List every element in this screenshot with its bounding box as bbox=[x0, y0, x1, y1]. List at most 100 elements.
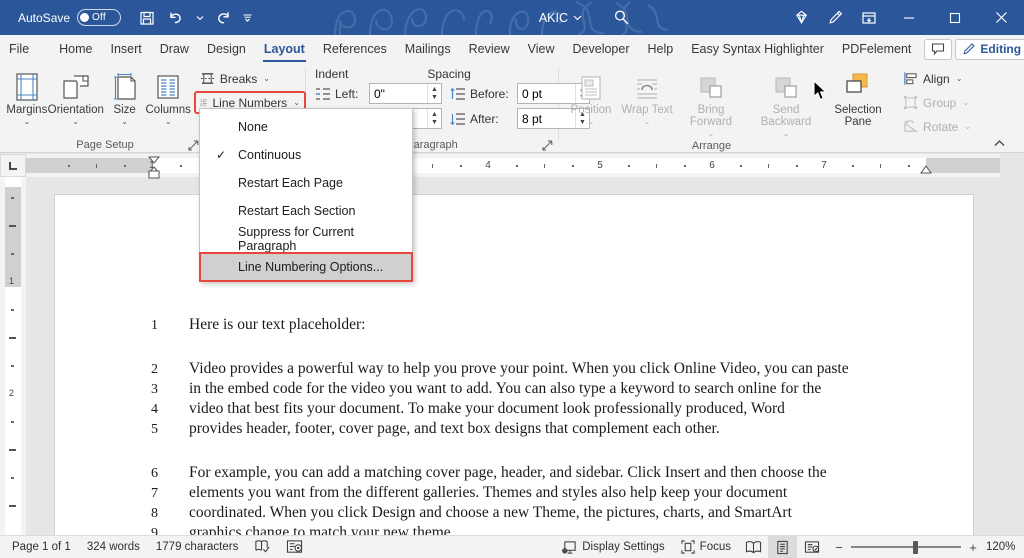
chevron-down-icon[interactable]: ⌄ bbox=[708, 130, 715, 138]
orientation-button[interactable]: Orientation ⌄ bbox=[48, 66, 104, 126]
tab-selector-button[interactable] bbox=[0, 154, 26, 177]
indent-left-stepper[interactable]: ▲▼ bbox=[427, 84, 441, 103]
display-settings-button[interactable]: Display Settings bbox=[554, 536, 672, 558]
chevron-down-icon[interactable]: ⌄ bbox=[962, 98, 969, 107]
chevron-down-icon[interactable]: ⌄ bbox=[121, 118, 128, 126]
chevron-down-icon[interactable]: ⌄ bbox=[72, 118, 79, 126]
tab-layout[interactable]: Layout bbox=[255, 35, 314, 63]
chevron-down-icon[interactable]: ⌄ bbox=[293, 98, 300, 107]
zoom-level-button[interactable]: 120% bbox=[986, 541, 1024, 553]
tab-references[interactable]: References bbox=[314, 35, 396, 63]
editing-mode-button[interactable]: Editing bbox=[955, 39, 1024, 60]
chevron-down-icon[interactable]: ⌄ bbox=[964, 122, 971, 131]
document-page[interactable]: 1Here is our text placeholder:2Video pro… bbox=[54, 194, 974, 535]
menu-item-none[interactable]: None bbox=[200, 113, 412, 141]
paragraph-dialog-launcher[interactable] bbox=[541, 139, 554, 152]
document-text-line[interactable]: elements you want from the different gal… bbox=[189, 484, 787, 502]
document-text-line[interactable]: Here is our text placeholder: bbox=[189, 316, 365, 334]
undo-icon[interactable] bbox=[162, 5, 189, 31]
menu-item-restart-each-page[interactable]: Restart Each Page bbox=[200, 169, 412, 197]
group-button[interactable]: Group ⌄ bbox=[898, 92, 976, 113]
chevron-down-icon[interactable]: ⌄ bbox=[24, 118, 31, 126]
tab-mailings[interactable]: Mailings bbox=[396, 35, 460, 63]
read-mode-view-button[interactable] bbox=[739, 536, 768, 558]
tab-design[interactable]: Design bbox=[198, 35, 255, 63]
document-text-line[interactable]: coordinated. When you click Design and c… bbox=[189, 504, 792, 522]
size-button[interactable]: Size ⌄ bbox=[104, 66, 146, 126]
selection-pane-button[interactable]: Selection Pane bbox=[825, 66, 891, 128]
search-icon[interactable] bbox=[604, 0, 638, 35]
indent-right-stepper[interactable]: ▲▼ bbox=[427, 109, 441, 128]
bring-forward-button[interactable]: Bring Forward ⌄ bbox=[675, 66, 747, 138]
comments-button[interactable] bbox=[924, 39, 952, 60]
character-count[interactable]: 1779 characters bbox=[148, 536, 246, 558]
autosave-toggle[interactable]: Off bbox=[77, 9, 121, 26]
chevron-down-icon[interactable]: ⌄ bbox=[263, 74, 270, 83]
customize-quick-access-toolbar-icon[interactable] bbox=[239, 5, 256, 31]
menu-item-restart-each-section[interactable]: Restart Each Section bbox=[200, 197, 412, 225]
maximize-button[interactable] bbox=[932, 0, 978, 35]
minimize-button[interactable] bbox=[886, 0, 932, 35]
position-button[interactable]: Position ⌄ bbox=[563, 66, 619, 126]
word-count[interactable]: 324 words bbox=[79, 536, 148, 558]
document-text-line[interactable]: For example, you can add a matching cove… bbox=[189, 464, 827, 482]
tab-home[interactable]: Home bbox=[50, 35, 101, 63]
breaks-button[interactable]: Breaks ⌄ bbox=[195, 68, 305, 89]
designer-pen-icon[interactable] bbox=[818, 0, 852, 35]
tab-draw[interactable]: Draw bbox=[151, 35, 198, 63]
right-indent-marker[interactable] bbox=[919, 165, 933, 175]
rotate-button[interactable]: Rotate ⌄ bbox=[898, 116, 976, 137]
print-layout-view-button[interactable] bbox=[768, 536, 797, 558]
focus-button[interactable]: Focus bbox=[673, 536, 739, 558]
tab-view[interactable]: View bbox=[519, 35, 564, 63]
menu-item-line-numbering-options[interactable]: Line Numbering Options... bbox=[200, 253, 412, 281]
send-backward-button[interactable]: Send Backward ⌄ bbox=[747, 66, 825, 138]
vertical-ruler[interactable]: 12 bbox=[0, 177, 26, 535]
proofing-errors-icon[interactable] bbox=[246, 536, 278, 558]
save-icon[interactable] bbox=[133, 5, 160, 31]
chevron-down-icon[interactable]: ⌄ bbox=[644, 118, 651, 126]
web-layout-view-button[interactable] bbox=[797, 536, 826, 558]
tab-review[interactable]: Review bbox=[460, 35, 519, 63]
collapse-ribbon-button[interactable] bbox=[991, 135, 1007, 151]
document-canvas[interactable]: 1Here is our text placeholder:2Video pro… bbox=[26, 177, 1024, 535]
tab-insert[interactable]: Insert bbox=[102, 35, 151, 63]
chevron-down-icon[interactable]: ⌄ bbox=[165, 118, 172, 126]
document-text-line[interactable]: graphics change to match your new theme. bbox=[189, 524, 455, 535]
document-text-line[interactable]: Video provides a powerful way to help yo… bbox=[189, 360, 849, 378]
close-button[interactable] bbox=[978, 0, 1024, 35]
tab-easy-syntax-highlighter[interactable]: Easy Syntax Highlighter bbox=[682, 35, 833, 63]
document-text-line[interactable]: in the embed code for the video you want… bbox=[189, 380, 821, 398]
ribbon-display-options-icon[interactable] bbox=[852, 0, 886, 35]
margins-button[interactable]: Margins ⌄ bbox=[6, 66, 48, 126]
accessibility-checker-icon[interactable] bbox=[278, 536, 311, 558]
zoom-in-button[interactable]: + bbox=[968, 540, 978, 555]
autosave-control[interactable]: AutoSave Off bbox=[18, 9, 121, 26]
tab-pdfelement[interactable]: PDFelement bbox=[833, 35, 920, 63]
align-button[interactable]: Align ⌄ bbox=[898, 68, 976, 89]
zoom-slider[interactable]: − + bbox=[826, 540, 986, 555]
account-menu[interactable]: AKIC bbox=[539, 11, 582, 25]
document-text-line[interactable]: provides header, footer, cover page, and… bbox=[189, 420, 720, 438]
indent-left-input[interactable]: 0" ▲▼ bbox=[369, 83, 442, 104]
document-text-line[interactable]: video that best fits your document. To m… bbox=[189, 400, 785, 418]
columns-button[interactable]: Columns ⌄ bbox=[146, 66, 191, 126]
chevron-down-icon[interactable]: ⌄ bbox=[588, 118, 595, 126]
diamond-icon[interactable] bbox=[784, 0, 818, 35]
horizontal-ruler[interactable]: 1234567 bbox=[26, 154, 1000, 177]
chevron-down-icon[interactable]: ⌄ bbox=[783, 130, 790, 138]
wrap-text-button[interactable]: Wrap Text ⌄ bbox=[619, 66, 675, 126]
menu-item-continuous[interactable]: ✓ Continuous bbox=[200, 141, 412, 169]
zoom-out-button[interactable]: − bbox=[834, 540, 844, 555]
page-indicator[interactable]: Page 1 of 1 bbox=[4, 536, 79, 558]
redo-icon[interactable] bbox=[210, 5, 237, 31]
chevron-down-icon[interactable]: ⌄ bbox=[956, 74, 963, 83]
left-indent-marker[interactable] bbox=[147, 170, 161, 180]
zoom-slider-track[interactable] bbox=[851, 540, 961, 554]
tab-file[interactable]: File bbox=[0, 35, 38, 63]
tab-developer[interactable]: Developer bbox=[564, 35, 639, 63]
undo-dropdown-icon[interactable] bbox=[191, 5, 208, 31]
tab-help[interactable]: Help bbox=[639, 35, 683, 63]
menu-item-suppress-for-current-paragraph[interactable]: Suppress for Current Paragraph bbox=[200, 225, 412, 253]
zoom-slider-thumb[interactable] bbox=[913, 541, 918, 554]
